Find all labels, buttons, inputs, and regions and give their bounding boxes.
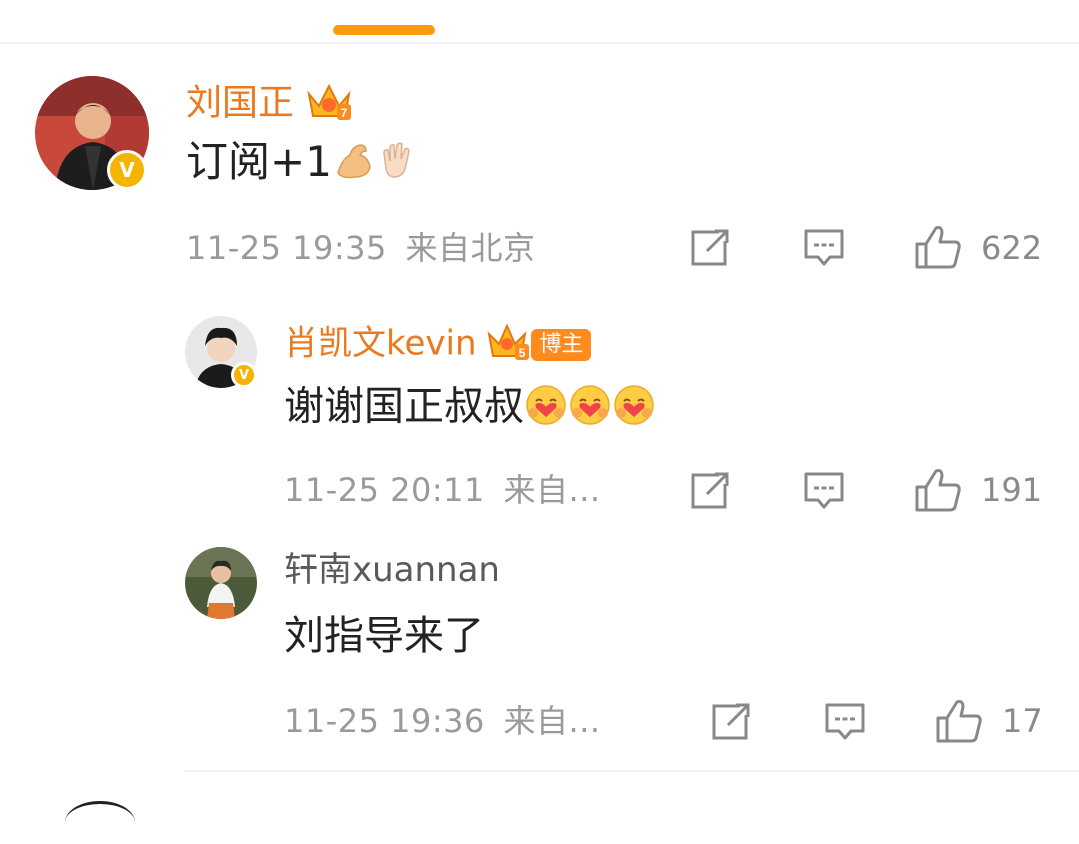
comment-meta: 11-25 19:36 来自... — [284, 705, 601, 737]
like-count: 622 — [981, 229, 1043, 267]
active-tab-indicator — [333, 25, 435, 35]
location: 来自... — [503, 702, 601, 740]
share-icon[interactable] — [689, 470, 731, 516]
flexed-biceps-icon — [332, 139, 376, 190]
avatar[interactable] — [185, 547, 257, 619]
timestamp: 11-25 19:36 — [284, 702, 485, 740]
member-crown-icon: 7 — [305, 80, 353, 129]
verified-badge-icon: V — [107, 150, 147, 190]
comment-text: 谢谢国正叔叔 — [284, 383, 656, 434]
timestamp: 11-25 20:11 — [284, 471, 485, 509]
username[interactable]: 肖凯文kevin 5 博主 — [284, 322, 592, 368]
username-text[interactable]: 肖凯文kevin — [284, 324, 477, 364]
member-level: 5 — [519, 346, 526, 360]
location: 来自... — [503, 471, 601, 509]
hugging-heart-face-icon — [612, 383, 656, 434]
top-divider — [0, 42, 1079, 44]
like-count: 191 — [981, 471, 1043, 509]
like-icon[interactable] — [914, 467, 962, 517]
username[interactable]: 刘国正 7 — [186, 80, 353, 129]
comment-meta: 11-25 19:35 来自北京 — [186, 232, 536, 264]
blogger-tag: 博主 — [531, 329, 592, 361]
timestamp: 11-25 19:35 — [186, 229, 387, 267]
location: 来自北京 — [405, 229, 536, 267]
comment-icon[interactable] — [824, 701, 866, 747]
comment-meta: 11-25 20:11 来自... — [284, 474, 601, 506]
hugging-heart-face-icon — [524, 383, 568, 434]
bottom-divider — [184, 770, 1079, 772]
comment-text: 刘指导来了 — [284, 613, 484, 659]
username-text[interactable]: 刘国正 — [186, 83, 294, 124]
comment-text: 订阅+1 — [186, 139, 420, 190]
comment-icon[interactable] — [803, 470, 845, 516]
like-icon[interactable] — [914, 224, 962, 274]
hugging-heart-face-icon — [568, 383, 612, 434]
waving-hand-icon — [376, 139, 420, 190]
comment-icon[interactable] — [803, 227, 845, 273]
username[interactable]: 轩南xuannan — [284, 553, 500, 587]
comment-text-body: 订阅+1 — [186, 137, 332, 186]
next-avatar-peek — [65, 801, 135, 844]
member-level: 7 — [341, 106, 348, 120]
share-icon[interactable] — [689, 227, 731, 273]
like-count: 17 — [1002, 702, 1043, 740]
like-icon[interactable] — [935, 698, 983, 748]
share-icon[interactable] — [710, 701, 752, 747]
verified-badge-icon: V — [231, 362, 257, 388]
comment-text-body: 谢谢国正叔叔 — [284, 383, 524, 430]
member-crown-icon: 5 — [487, 322, 530, 368]
